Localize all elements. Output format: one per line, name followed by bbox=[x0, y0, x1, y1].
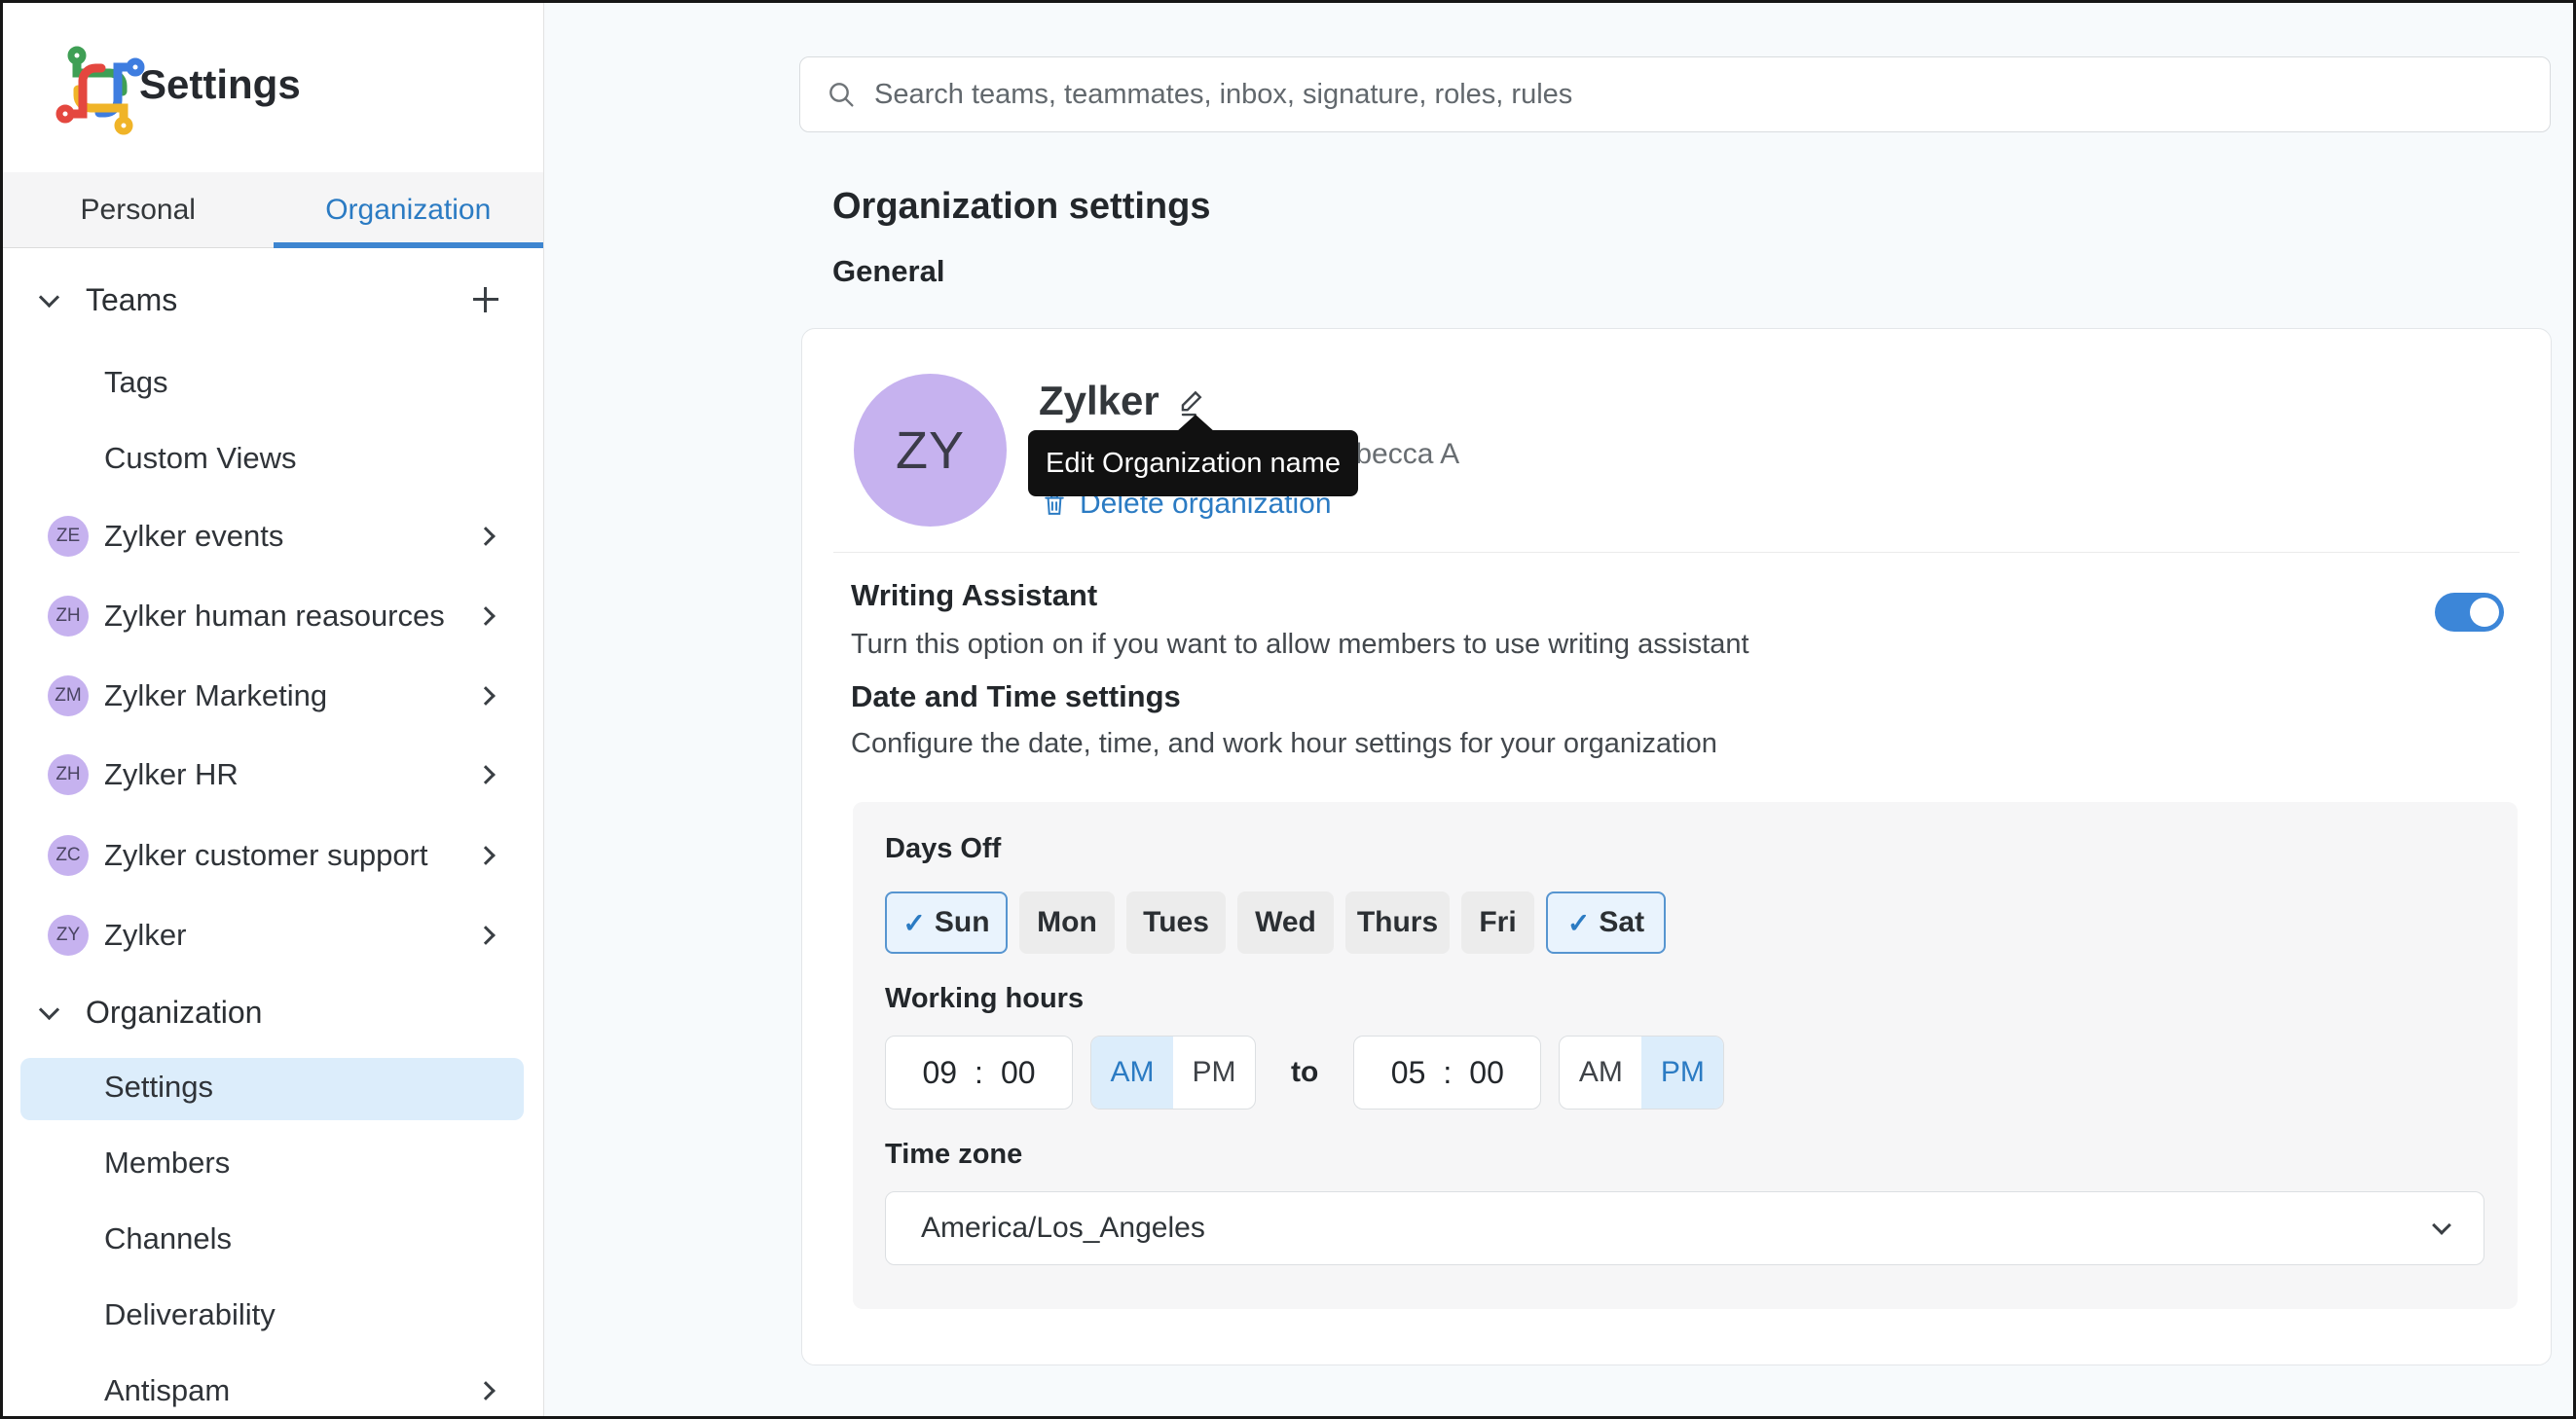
sidebar-item-tags[interactable]: Tags bbox=[3, 353, 543, 412]
time-zone-value: America/Los_Angeles bbox=[921, 1212, 1205, 1244]
sidebar-section-organization[interactable]: Organization bbox=[3, 983, 543, 1041]
days-off-group: ✓ Sun Mon Tues Wed Thurs Fri ✓ Sat bbox=[885, 891, 1666, 954]
check-icon: ✓ bbox=[902, 907, 926, 938]
datetime-settings-description: Configure the date, time, and work hour … bbox=[851, 728, 1717, 759]
chevron-right-icon bbox=[476, 527, 496, 546]
chevron-right-icon bbox=[476, 926, 496, 945]
chevron-right-icon bbox=[476, 1381, 496, 1401]
day-button-mon[interactable]: Mon bbox=[1019, 891, 1115, 954]
chevron-right-icon bbox=[476, 846, 496, 865]
to-label: to bbox=[1291, 1056, 1319, 1088]
organization-section-label: Organization bbox=[86, 994, 263, 1030]
organization-avatar: ZY bbox=[854, 374, 1007, 527]
day-button-thurs[interactable]: Thurs bbox=[1345, 891, 1450, 954]
sidebar-tabs: Personal Organization bbox=[3, 172, 543, 248]
chevron-down-icon bbox=[38, 286, 60, 308]
avatar: ZC bbox=[48, 835, 89, 876]
active-item-highlight bbox=[20, 1058, 524, 1120]
edit-name-tooltip: Edit Organization name bbox=[1028, 415, 1359, 496]
day-button-tues[interactable]: Tues bbox=[1126, 891, 1226, 954]
chevron-right-icon bbox=[476, 606, 496, 626]
section-heading: General bbox=[832, 254, 945, 288]
start-meridiem-toggle: AM PM bbox=[1090, 1036, 1256, 1110]
sidebar-item-deliverability[interactable]: Deliverability bbox=[3, 1286, 543, 1344]
avatar: ZM bbox=[48, 675, 89, 716]
chevron-right-icon bbox=[476, 686, 496, 706]
sidebar-item-zylker-human-reasources[interactable]: ZH Zylker human reasources bbox=[3, 587, 543, 645]
datetime-panel: Days Off ✓ Sun Mon Tues Wed Thurs Fri ✓ … bbox=[853, 802, 2518, 1309]
days-off-label: Days Off bbox=[885, 833, 1002, 864]
sidebar-item-antispam[interactable]: Antispam bbox=[3, 1362, 543, 1416]
general-settings-card: ZY Zylker Rebecca A Delete organization … bbox=[801, 328, 2552, 1365]
avatar: ZH bbox=[48, 754, 89, 795]
day-button-sun[interactable]: ✓ Sun bbox=[885, 891, 1008, 954]
writing-assistant-description: Turn this option on if you want to allow… bbox=[851, 629, 1749, 660]
search-input[interactable] bbox=[872, 77, 2524, 112]
search-icon bbox=[829, 83, 854, 107]
organization-name: Zylker bbox=[1039, 378, 1159, 423]
main-content: Organization settings General ZY Zylker … bbox=[545, 3, 2573, 1416]
sidebar-item-settings[interactable]: Settings bbox=[3, 1058, 543, 1120]
avatar: ZH bbox=[48, 596, 89, 637]
sidebar-item-zylker-customer-support[interactable]: ZC Zylker customer support bbox=[3, 826, 543, 885]
sidebar-item-channels[interactable]: Channels bbox=[3, 1210, 543, 1268]
day-button-sat[interactable]: ✓ Sat bbox=[1546, 891, 1666, 954]
tab-personal[interactable]: Personal bbox=[3, 172, 274, 247]
tab-organization[interactable]: Organization bbox=[273, 172, 544, 248]
writing-assistant-label: Writing Assistant bbox=[851, 578, 1098, 612]
page-title: Settings bbox=[139, 61, 301, 107]
toggle-knob bbox=[2470, 598, 2499, 627]
end-am-option[interactable]: AM bbox=[1560, 1037, 1641, 1109]
start-am-option[interactable]: AM bbox=[1091, 1037, 1173, 1109]
sidebar-item-zylker-marketing[interactable]: ZM Zylker Marketing bbox=[3, 667, 543, 725]
working-hours-group: 09 : 00 AM PM to 05 : 00 AM PM bbox=[885, 1036, 1725, 1110]
time-zone-select[interactable]: America/Los_Angeles bbox=[885, 1191, 2484, 1265]
sidebar-item-members[interactable]: Members bbox=[3, 1134, 543, 1192]
datetime-settings-label: Date and Time settings bbox=[851, 679, 1181, 713]
sidebar-item-zylker-hr[interactable]: ZH Zylker HR bbox=[3, 746, 543, 804]
sidebar-item-custom-views[interactable]: Custom Views bbox=[3, 429, 543, 488]
day-button-wed[interactable]: Wed bbox=[1237, 891, 1334, 954]
page-heading: Organization settings bbox=[832, 186, 1211, 227]
time-zone-label: Time zone bbox=[885, 1139, 1023, 1170]
start-pm-option[interactable]: PM bbox=[1173, 1037, 1255, 1109]
edit-icon[interactable] bbox=[1175, 385, 1208, 418]
chevron-down-icon bbox=[38, 999, 60, 1020]
sidebar-item-zylker[interactable]: ZY Zylker bbox=[3, 906, 543, 964]
end-time-input[interactable]: 05 : 00 bbox=[1353, 1036, 1542, 1110]
sidebar-item-zylker-events[interactable]: ZE Zylker events bbox=[3, 507, 543, 565]
sidebar-section-teams[interactable]: Teams bbox=[3, 271, 543, 329]
search-bar bbox=[799, 56, 2551, 132]
add-team-icon[interactable] bbox=[473, 287, 498, 312]
settings-window: Settings Personal Organization Teams Tag… bbox=[0, 0, 2576, 1419]
writing-assistant-toggle[interactable] bbox=[2435, 593, 2504, 632]
working-hours-label: Working hours bbox=[885, 983, 1085, 1014]
day-button-fri[interactable]: Fri bbox=[1461, 891, 1534, 954]
app-logo-icon bbox=[55, 46, 145, 135]
sidebar: Settings Personal Organization Teams Tag… bbox=[3, 3, 544, 1416]
check-icon: ✓ bbox=[1566, 907, 1591, 938]
end-meridiem-toggle: AM PM bbox=[1559, 1036, 1725, 1110]
start-time-input[interactable]: 09 : 00 bbox=[885, 1036, 1073, 1110]
end-pm-option[interactable]: PM bbox=[1641, 1037, 1724, 1109]
divider bbox=[833, 552, 2520, 553]
avatar: ZY bbox=[48, 915, 89, 956]
avatar: ZE bbox=[48, 516, 89, 557]
chevron-down-icon bbox=[2432, 1216, 2451, 1235]
chevron-right-icon bbox=[476, 765, 496, 784]
teams-section-label: Teams bbox=[86, 281, 178, 317]
